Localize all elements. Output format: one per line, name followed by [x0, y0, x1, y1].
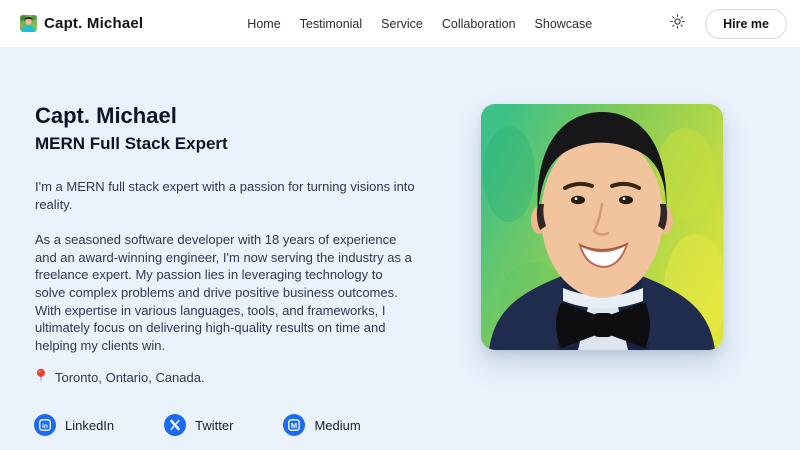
avatar-logo-icon — [20, 15, 37, 32]
hire-me-button[interactable]: Hire me — [705, 9, 787, 39]
social-link-linkedin[interactable]: in LinkedIn — [34, 414, 114, 436]
location-text: Toronto, Ontario, Canada. — [55, 370, 205, 385]
navbar: Capt. Michael Home Testimonial Service C… — [0, 0, 800, 47]
nav-link-home[interactable]: Home — [247, 17, 280, 31]
nav-link-showcase[interactable]: Showcase — [535, 17, 593, 31]
nav-link-service[interactable]: Service — [381, 17, 423, 31]
hero-intro-paragraph: I'm a MERN full stack expert with a pass… — [35, 178, 415, 213]
social-link-twitter[interactable]: Twitter — [164, 414, 233, 436]
portrait-photo — [481, 104, 723, 350]
svg-text:in: in — [42, 423, 48, 430]
nav-link-testimonial[interactable]: Testimonial — [300, 17, 363, 31]
linkedin-icon: in — [34, 414, 56, 436]
hero-section: Capt. Michael MERN Full Stack Expert I'm… — [0, 47, 800, 450]
nav-links: Home Testimonial Service Collaboration S… — [247, 17, 592, 31]
location-row: Toronto, Ontario, Canada. — [35, 368, 205, 387]
social-label: LinkedIn — [65, 418, 114, 433]
hero-bio-paragraph: As a seasoned software developer with 18… — [35, 231, 415, 355]
social-label: Medium — [314, 418, 360, 433]
navbar-right: Hire me — [670, 9, 787, 39]
theme-toggle[interactable] — [670, 14, 685, 34]
twitter-x-icon — [164, 414, 186, 436]
round-pushpin-icon — [35, 368, 48, 387]
social-label: Twitter — [195, 418, 233, 433]
brand-logo[interactable]: Capt. Michael — [20, 15, 143, 32]
social-link-medium[interactable]: M Medium — [283, 414, 360, 436]
brand-name: Capt. Michael — [44, 15, 143, 32]
nav-link-collaboration[interactable]: Collaboration — [442, 17, 516, 31]
medium-icon: M — [283, 414, 305, 436]
hero-title: Capt. Michael — [35, 103, 177, 129]
svg-text:M: M — [291, 421, 297, 430]
social-links-row: in LinkedIn Twitter M Medium — [34, 414, 361, 436]
sun-icon — [670, 14, 685, 34]
portrait-illustration — [481, 104, 723, 350]
hero-subtitle: MERN Full Stack Expert — [35, 134, 228, 154]
